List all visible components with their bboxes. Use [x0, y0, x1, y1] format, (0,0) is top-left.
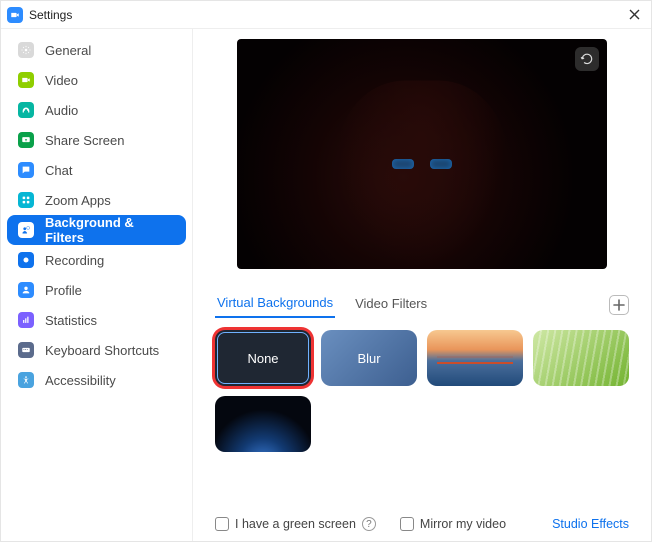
- sidebar-item-audio[interactable]: Audio: [7, 95, 186, 125]
- sidebar-item-label: Recording: [45, 253, 104, 268]
- green-screen-help-icon[interactable]: ?: [362, 517, 376, 531]
- sidebar-item-label: Profile: [45, 283, 82, 298]
- sidebar-item-label: General: [45, 43, 91, 58]
- gear-icon: [17, 41, 35, 59]
- sidebar-item-accessibility[interactable]: Accessibility: [7, 365, 186, 395]
- window-title: Settings: [29, 8, 72, 22]
- sidebar-item-profile[interactable]: Profile: [7, 275, 186, 305]
- background-thumbs: None Blur: [215, 330, 629, 452]
- tab-virtual-backgrounds[interactable]: Virtual Backgrounds: [215, 291, 335, 318]
- bg-thumb-grass[interactable]: [533, 330, 629, 386]
- record-icon: [17, 251, 35, 269]
- headphones-icon: [17, 101, 35, 119]
- apps-icon: [17, 191, 35, 209]
- sidebar-item-label: Share Screen: [45, 133, 125, 148]
- statistics-icon: [17, 311, 35, 329]
- sidebar-item-zoom-apps[interactable]: Zoom Apps: [7, 185, 186, 215]
- video-icon: [17, 71, 35, 89]
- mirror-video-label: Mirror my video: [420, 517, 506, 531]
- bg-thumb-bridge[interactable]: [427, 330, 523, 386]
- mirror-video-checkbox[interactable]: [400, 517, 414, 531]
- sidebar-item-chat[interactable]: Chat: [7, 155, 186, 185]
- bg-thumb-none[interactable]: None: [215, 330, 311, 386]
- rotate-camera-button[interactable]: [575, 47, 599, 71]
- sidebar-item-share-screen[interactable]: Share Screen: [7, 125, 186, 155]
- sidebar-item-label: Chat: [45, 163, 72, 178]
- add-background-button[interactable]: [609, 295, 629, 315]
- chat-icon: [17, 161, 35, 179]
- sidebar-item-background-filters[interactable]: Background & Filters: [7, 215, 186, 245]
- tab-video-filters[interactable]: Video Filters: [353, 292, 429, 317]
- green-screen-checkbox[interactable]: [215, 517, 229, 531]
- keyboard-icon: [17, 341, 35, 359]
- video-preview: [237, 39, 607, 269]
- share-screen-icon: [17, 131, 35, 149]
- studio-effects-link[interactable]: Studio Effects: [552, 517, 629, 531]
- sidebar-item-label: Accessibility: [45, 373, 116, 388]
- sidebar-item-video[interactable]: Video: [7, 65, 186, 95]
- profile-icon: [17, 281, 35, 299]
- bg-thumb-earth[interactable]: [215, 396, 311, 452]
- close-button[interactable]: [623, 4, 645, 26]
- sidebar-item-general[interactable]: General: [7, 35, 186, 65]
- filter-tabs: Virtual Backgrounds Video Filters: [215, 291, 629, 318]
- green-screen-label: I have a green screen: [235, 517, 356, 531]
- settings-sidebar: General Video Audio Share Screen Chat Zo…: [1, 29, 193, 541]
- sidebar-item-label: Background & Filters: [45, 215, 176, 245]
- bg-thumb-label: Blur: [357, 351, 380, 366]
- sidebar-item-label: Zoom Apps: [45, 193, 111, 208]
- sidebar-item-statistics[interactable]: Statistics: [7, 305, 186, 335]
- sidebar-item-label: Statistics: [45, 313, 97, 328]
- bg-thumb-label: None: [247, 351, 278, 366]
- zoom-app-icon: [7, 7, 23, 23]
- sidebar-item-recording[interactable]: Recording: [7, 245, 186, 275]
- background-icon: [17, 221, 35, 239]
- bg-thumb-blur[interactable]: Blur: [321, 330, 417, 386]
- sidebar-item-label: Video: [45, 73, 78, 88]
- sidebar-item-label: Audio: [45, 103, 78, 118]
- accessibility-icon: [17, 371, 35, 389]
- sidebar-item-keyboard-shortcuts[interactable]: Keyboard Shortcuts: [7, 335, 186, 365]
- main-panel: Virtual Backgrounds Video Filters None B…: [193, 29, 651, 541]
- titlebar: Settings: [1, 1, 651, 29]
- footer-bar: I have a green screen ? Mirror my video …: [215, 517, 629, 531]
- sidebar-item-label: Keyboard Shortcuts: [45, 343, 159, 358]
- settings-window: Settings General Video Audio Share Scree…: [0, 0, 652, 542]
